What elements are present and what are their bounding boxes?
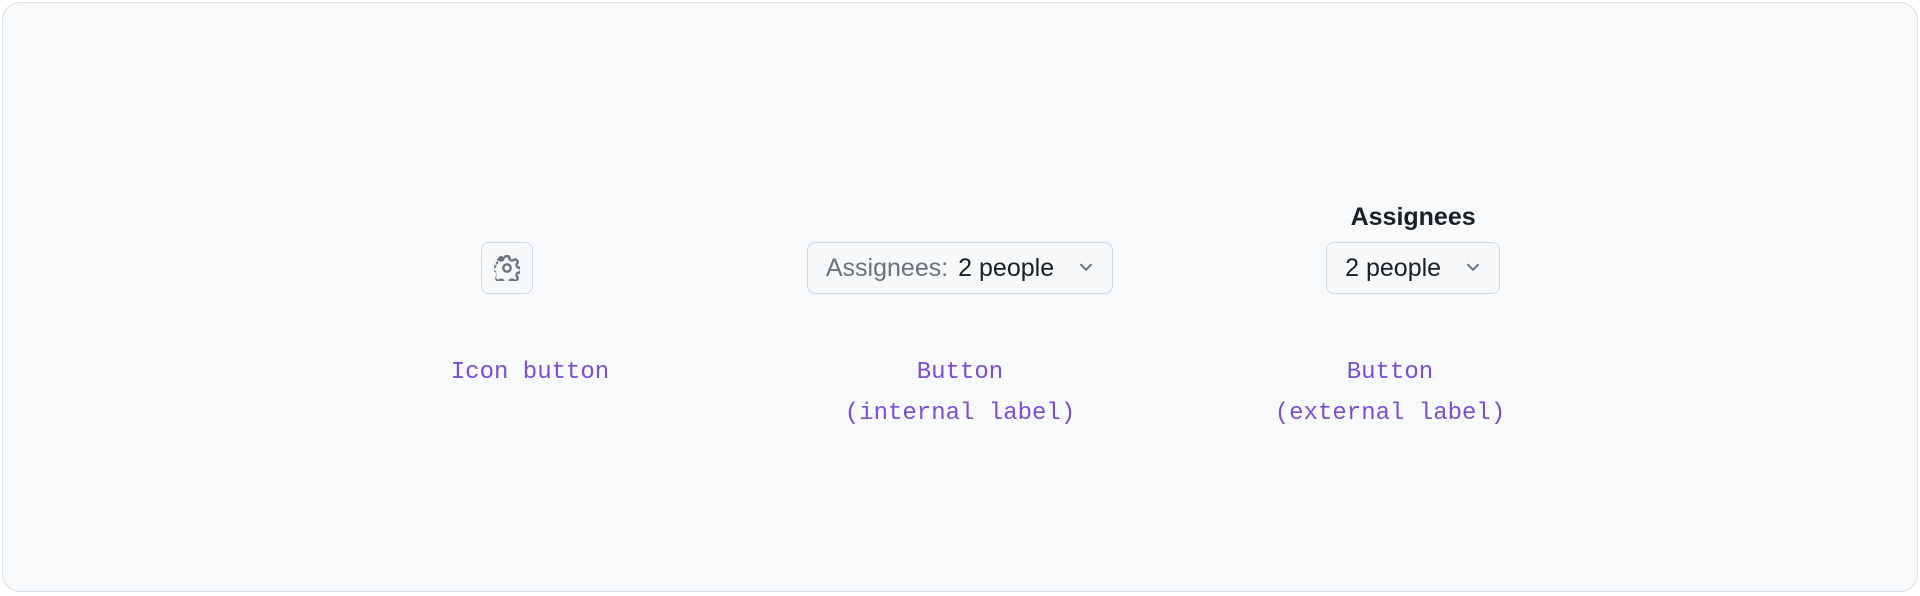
external-label-caption: Button (external label) bbox=[1275, 353, 1505, 435]
icon-button-column bbox=[377, 242, 637, 294]
assignees-internal-prefix: Assignees: bbox=[826, 256, 948, 281]
assignees-internal-button[interactable]: Assignees: 2 people bbox=[807, 242, 1113, 294]
internal-label-caption: Button (internal label) bbox=[845, 353, 1075, 435]
icon-button-caption: Icon button bbox=[451, 353, 609, 394]
chevron-down-icon bbox=[1078, 263, 1094, 273]
assignees-external-label: Assignees bbox=[1351, 203, 1476, 232]
captions-row: Icon button Button (internal label) Butt… bbox=[3, 353, 1917, 435]
external-label-column: Assignees 2 people bbox=[1283, 203, 1543, 294]
assignees-external-value: 2 people bbox=[1345, 256, 1441, 281]
internal-label-column: Assignees: 2 people bbox=[807, 242, 1113, 294]
chevron-down-icon bbox=[1465, 263, 1481, 273]
external-caption-col: Button (external label) bbox=[1260, 353, 1520, 435]
example-panel: Assignees: 2 people Assignees 2 people I… bbox=[2, 2, 1918, 592]
gear-icon bbox=[494, 255, 520, 281]
controls-row: Assignees: 2 people Assignees 2 people bbox=[3, 203, 1917, 294]
assignees-external-button[interactable]: 2 people bbox=[1326, 242, 1500, 294]
settings-icon-button[interactable] bbox=[481, 242, 533, 294]
assignees-internal-value: 2 people bbox=[958, 256, 1054, 281]
icon-button-caption-col: Icon button bbox=[400, 353, 660, 394]
internal-caption-col: Button (internal label) bbox=[830, 353, 1090, 435]
